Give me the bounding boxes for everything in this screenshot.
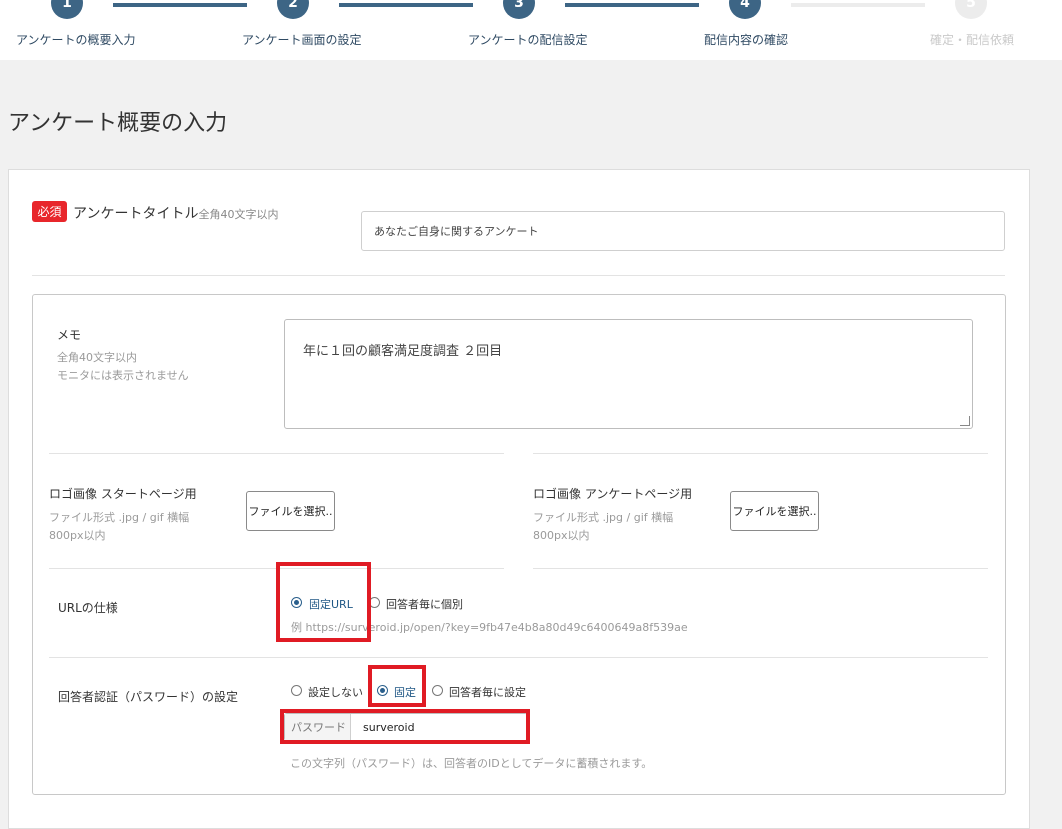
step-3-label: アンケートの配信設定 [468, 33, 588, 47]
step-5-circle: 5 [955, 0, 987, 19]
memo-hint-length: 全角40文字以内 [57, 351, 137, 364]
divider [49, 453, 504, 454]
step-2-circle: 2 [277, 0, 309, 19]
progress-stepper: 1 アンケートの概要入力 2 アンケート画面の設定 3 アンケートの配信設定 4… [0, 0, 1062, 60]
divider [49, 568, 504, 569]
auth-none-label[interactable]: 設定しない [308, 684, 363, 700]
auth-per-respondent-radio[interactable] [432, 685, 443, 696]
url-individual-radio[interactable] [369, 597, 380, 608]
divider [533, 453, 988, 454]
page-title: アンケート概要の入力 [8, 111, 228, 136]
logo-survey-file-button[interactable]: ファイルを選択.. [730, 491, 819, 531]
url-fixed-label[interactable]: 固定URL [309, 596, 353, 612]
survey-title-label-text: アンケートタイトル [73, 206, 199, 222]
logo-start-file-button[interactable]: ファイルを選択.. [246, 491, 335, 531]
step-4-circle: 4 [729, 0, 761, 19]
password-input[interactable]: surveroid [351, 714, 527, 740]
memo-textarea[interactable]: 年に１回の顧客満足度調査 ２回目 [284, 319, 973, 429]
password-input-group: パスワード surveroid [284, 713, 528, 741]
step-connector-2 [339, 3, 473, 7]
step-5-label: 確定・配信依頼 [930, 33, 1015, 47]
url-fixed-radio[interactable] [291, 597, 302, 608]
logo-survey-label: ロゴ画像 アンケートページ用 [533, 487, 693, 501]
logo-survey-hint-format: ファイル形式 .jpg / gif 横幅 [533, 511, 674, 524]
survey-title-input[interactable]: あなたご自身に関するアンケート [361, 211, 1005, 251]
password-note: この文字列（パスワード）は、回答者のIDとしてデータに蓄積されます。 [290, 757, 653, 770]
logo-start-hint-size: 800px以内 [49, 529, 106, 542]
auth-fixed-label[interactable]: 固定 [394, 684, 416, 700]
url-individual-label[interactable]: 回答者毎に個別 [386, 596, 463, 612]
memo-label: メモ [57, 328, 82, 342]
memo-value: 年に１回の顧客満足度調査 ２回目 [303, 344, 503, 359]
divider [32, 275, 1005, 276]
required-badge: 必須 [32, 201, 67, 222]
resize-grip-icon[interactable] [960, 416, 970, 426]
logo-survey-hint-size: 800px以内 [533, 529, 590, 542]
logo-start-label: ロゴ画像 スタートページ用 [49, 487, 197, 501]
url-spec-label: URLの仕様 [58, 601, 118, 615]
divider [49, 657, 988, 658]
auth-none-radio[interactable] [291, 685, 302, 696]
url-example-text: 例 https://surveroid.jp/open/?key=9fb47e4… [291, 621, 688, 634]
step-1-label: アンケートの概要入力 [16, 33, 136, 47]
step-connector-3 [565, 3, 699, 7]
step-3-circle: 3 [503, 0, 535, 19]
auth-per-respondent-label[interactable]: 回答者毎に設定 [449, 684, 526, 700]
step-connector-4 [791, 3, 925, 7]
step-1-circle: 1 [51, 0, 83, 19]
memo-hint-visibility: モニタには表示されません [57, 369, 189, 382]
step-4-label: 配信内容の確認 [704, 33, 789, 47]
step-connector-1 [113, 3, 247, 7]
logo-start-hint-format: ファイル形式 .jpg / gif 横幅 [49, 511, 190, 524]
survey-title-hint: 全角40文字以内 [198, 208, 279, 221]
auth-label: 回答者認証（パスワード）の設定 [58, 690, 239, 704]
survey-title-label: アンケートタイトル全角40文字以内 [73, 203, 278, 223]
password-prefix-label: パスワード [285, 714, 351, 740]
divider [533, 568, 988, 569]
auth-fixed-radio[interactable] [377, 685, 388, 696]
step-2-label: アンケート画面の設定 [242, 33, 362, 47]
